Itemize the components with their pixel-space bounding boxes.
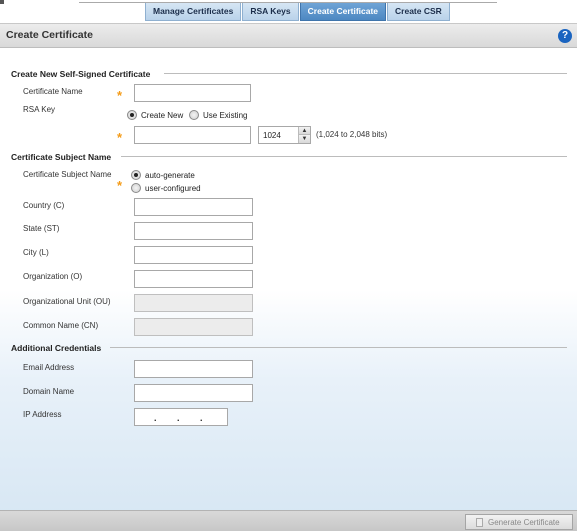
key-size-hint: (1,024 to 2,048 bits): [316, 130, 388, 139]
decrement-arrow-icon[interactable]: ▼: [299, 135, 310, 143]
increment-arrow-icon[interactable]: ▲: [299, 127, 310, 135]
rsa-use-existing-option[interactable]: Use Existing: [189, 110, 247, 120]
rsa-key-name-input[interactable]: [134, 126, 251, 144]
footer-bar: Generate Certificate: [0, 510, 577, 531]
common-name-field: [134, 318, 253, 336]
subject-auto-generate-option[interactable]: auto-generate: [131, 170, 195, 180]
certificate-name-input[interactable]: [134, 84, 251, 102]
common-name-label: Common Name (CN): [23, 321, 99, 330]
ip-address-label: IP Address: [23, 410, 62, 419]
required-star: *: [117, 130, 123, 145]
page-title: Create Certificate: [6, 29, 93, 41]
tab-create-certificate[interactable]: Create Certificate: [299, 3, 387, 21]
email-field[interactable]: [134, 360, 253, 378]
key-size-value: 1024: [263, 131, 281, 140]
org-unit-field: [134, 294, 253, 312]
rsa-create-new-radio[interactable]: [127, 110, 137, 120]
ip-address-field[interactable]: . . .: [134, 408, 228, 426]
subject-user-configured-radio[interactable]: [131, 183, 141, 193]
ip-octet-separator: .: [200, 413, 203, 423]
certificate-name-label: Certificate Name: [23, 87, 83, 96]
subject-name-label: Certificate Subject Name: [23, 170, 112, 179]
generate-certificate-label: Generate Certificate: [488, 517, 560, 527]
section-self-signed: Create New Self-Signed Certificate: [11, 69, 151, 79]
ip-octet-separator: .: [177, 413, 180, 423]
section-additional-credentials: Additional Credentials: [11, 343, 102, 353]
domain-name-field[interactable]: [134, 384, 253, 402]
organization-field[interactable]: [134, 270, 253, 288]
section-divider: [164, 73, 567, 74]
rsa-create-new-label: Create New: [141, 110, 184, 120]
subject-user-configured-option[interactable]: user-configured: [131, 183, 201, 193]
tab-bar: Manage Certificates RSA Keys Create Cert…: [145, 3, 451, 21]
subject-user-configured-label: user-configured: [145, 183, 201, 193]
generate-certificate-button[interactable]: Generate Certificate: [465, 514, 573, 530]
tab-rsa-keys[interactable]: RSA Keys: [242, 3, 299, 21]
help-icon[interactable]: ?: [558, 29, 572, 43]
rsa-use-existing-label: Use Existing: [203, 110, 248, 120]
country-label: Country (C): [23, 201, 65, 210]
city-label: City (L): [23, 248, 49, 257]
corner-marker: [0, 0, 4, 4]
tab-manage-certificates[interactable]: Manage Certificates: [145, 3, 242, 21]
section-divider: [121, 156, 567, 157]
subject-auto-generate-radio[interactable]: [131, 170, 141, 180]
ip-octet-separator: .: [154, 413, 157, 423]
required-star: *: [117, 178, 123, 193]
page-header: Create Certificate ?: [0, 23, 577, 48]
organization-label: Organization (O): [23, 272, 83, 281]
create-certificate-page: Manage Certificates RSA Keys Create Cert…: [0, 0, 577, 531]
rsa-key-label: RSA Key: [23, 105, 56, 114]
org-unit-label: Organizational Unit (OU): [23, 297, 111, 306]
subject-auto-generate-label: auto-generate: [145, 170, 195, 180]
email-label: Email Address: [23, 363, 75, 372]
state-field[interactable]: [134, 222, 253, 240]
state-label: State (ST): [23, 224, 60, 233]
rsa-create-new-option[interactable]: Create New: [127, 110, 183, 120]
document-icon: [476, 517, 483, 527]
key-size-spin-buttons: ▲ ▼: [298, 127, 310, 143]
key-size-stepper[interactable]: 1024 ▲ ▼: [258, 126, 311, 144]
rsa-use-existing-radio[interactable]: [189, 110, 199, 120]
domain-name-label: Domain Name: [23, 387, 75, 396]
tab-create-csr[interactable]: Create CSR: [387, 3, 450, 21]
section-divider: [110, 347, 567, 348]
city-field[interactable]: [134, 246, 253, 264]
required-star: *: [117, 88, 123, 103]
section-subject-name: Certificate Subject Name: [11, 152, 112, 162]
country-field[interactable]: [134, 198, 253, 216]
